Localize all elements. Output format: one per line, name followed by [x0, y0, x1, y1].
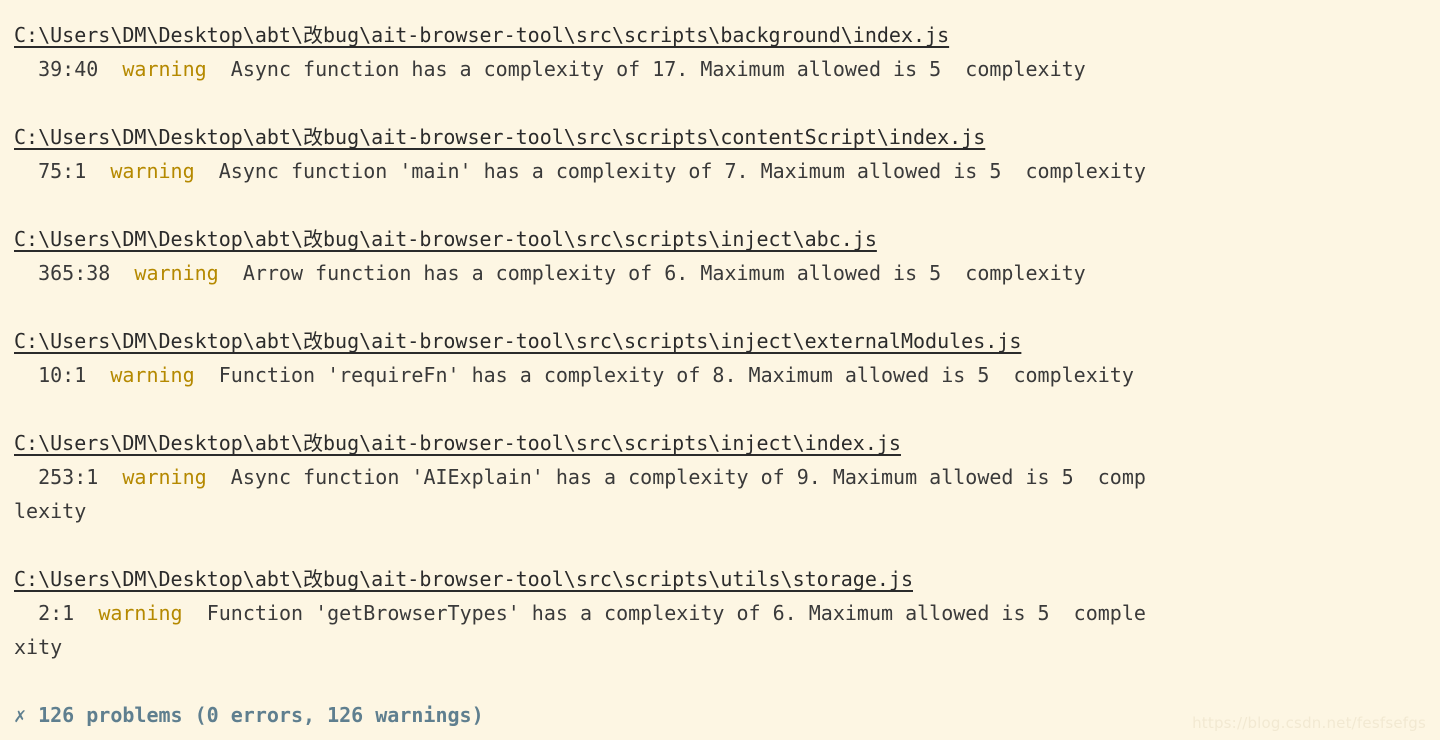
- message-text: Function 'requireFn' has a complexity of…: [218, 363, 990, 387]
- message-severity: warning: [122, 465, 207, 489]
- message-text: Async function 'AIExplain' has a complex…: [230, 465, 1074, 489]
- file-path-row[interactable]: C:\Users\DM\Desktop\abt\改bug\ait-browser…: [14, 324, 1440, 358]
- lint-message-row: 365:38 warning Arrow function has a comp…: [14, 256, 1440, 290]
- message-severity: warning: [110, 363, 195, 387]
- message-severity: warning: [122, 57, 207, 81]
- message-rule: comp: [1097, 465, 1146, 489]
- message-rule-continued: lexity: [14, 499, 87, 523]
- message-text: Async function has a complexity of 17. M…: [230, 57, 942, 81]
- summary-spacer: [26, 703, 38, 727]
- message-location: 365:38: [14, 261, 111, 285]
- message-location: 253:1: [14, 465, 99, 489]
- message-text: Arrow function has a complexity of 6. Ma…: [242, 261, 942, 285]
- lint-message-row: 2:1 warning Function 'getBrowserTypes' h…: [14, 596, 1440, 630]
- message-severity: warning: [98, 601, 183, 625]
- message-text: Async function 'main' has a complexity o…: [218, 159, 1002, 183]
- lint-message-row: 10:1 warning Function 'requireFn' has a …: [14, 358, 1440, 392]
- lint-message-row: 75:1 warning Async function 'main' has a…: [14, 154, 1440, 188]
- message-rule: complexity: [965, 261, 1086, 285]
- message-location: 39:40: [14, 57, 99, 81]
- file-path[interactable]: C:\Users\DM\Desktop\abt\改bug\ait-browser…: [14, 329, 1021, 353]
- file-path-row[interactable]: C:\Users\DM\Desktop\abt\改bug\ait-browser…: [14, 222, 1440, 256]
- summary-text: 126 problems (0 errors, 126 warnings): [38, 703, 484, 727]
- message-rule: complexity: [1025, 159, 1146, 183]
- terminal-window: C:\Users\DM\Desktop\abt\改bug\ait-browser…: [0, 0, 1440, 740]
- watermark-text: https://blog.csdn.net/fesfsefgs: [1192, 714, 1426, 732]
- lint-message-wrap-row: lexity: [14, 494, 1440, 528]
- lint-output: C:\Users\DM\Desktop\abt\改bug\ait-browser…: [14, 18, 1440, 732]
- message-severity: warning: [110, 159, 195, 183]
- message-rule: complexity: [965, 57, 1086, 81]
- file-path-row[interactable]: C:\Users\DM\Desktop\abt\改bug\ait-browser…: [14, 562, 1440, 596]
- message-text: Function 'getBrowserTypes' has a complex…: [206, 601, 1050, 625]
- message-rule-continued: xity: [14, 635, 63, 659]
- lint-message-row: 39:40 warning Async function has a compl…: [14, 52, 1440, 86]
- lint-message-row: 253:1 warning Async function 'AIExplain'…: [14, 460, 1440, 494]
- message-rule: complexity: [1013, 363, 1134, 387]
- file-path[interactable]: C:\Users\DM\Desktop\abt\改bug\ait-browser…: [14, 125, 985, 149]
- message-location: 10:1: [14, 363, 87, 387]
- file-path[interactable]: C:\Users\DM\Desktop\abt\改bug\ait-browser…: [14, 431, 901, 455]
- message-rule: comple: [1073, 601, 1146, 625]
- file-path[interactable]: C:\Users\DM\Desktop\abt\改bug\ait-browser…: [14, 23, 949, 47]
- file-path[interactable]: C:\Users\DM\Desktop\abt\改bug\ait-browser…: [14, 567, 913, 591]
- file-path-row[interactable]: C:\Users\DM\Desktop\abt\改bug\ait-browser…: [14, 426, 1440, 460]
- file-path-row[interactable]: C:\Users\DM\Desktop\abt\改bug\ait-browser…: [14, 120, 1440, 154]
- error-x-icon: ✗: [14, 703, 27, 727]
- file-path[interactable]: C:\Users\DM\Desktop\abt\改bug\ait-browser…: [14, 227, 877, 251]
- message-location: 75:1: [14, 159, 87, 183]
- file-path-row[interactable]: C:\Users\DM\Desktop\abt\改bug\ait-browser…: [14, 18, 1440, 52]
- lint-message-wrap-row: xity: [14, 630, 1440, 664]
- message-location: 2:1: [14, 601, 75, 625]
- message-severity: warning: [134, 261, 219, 285]
